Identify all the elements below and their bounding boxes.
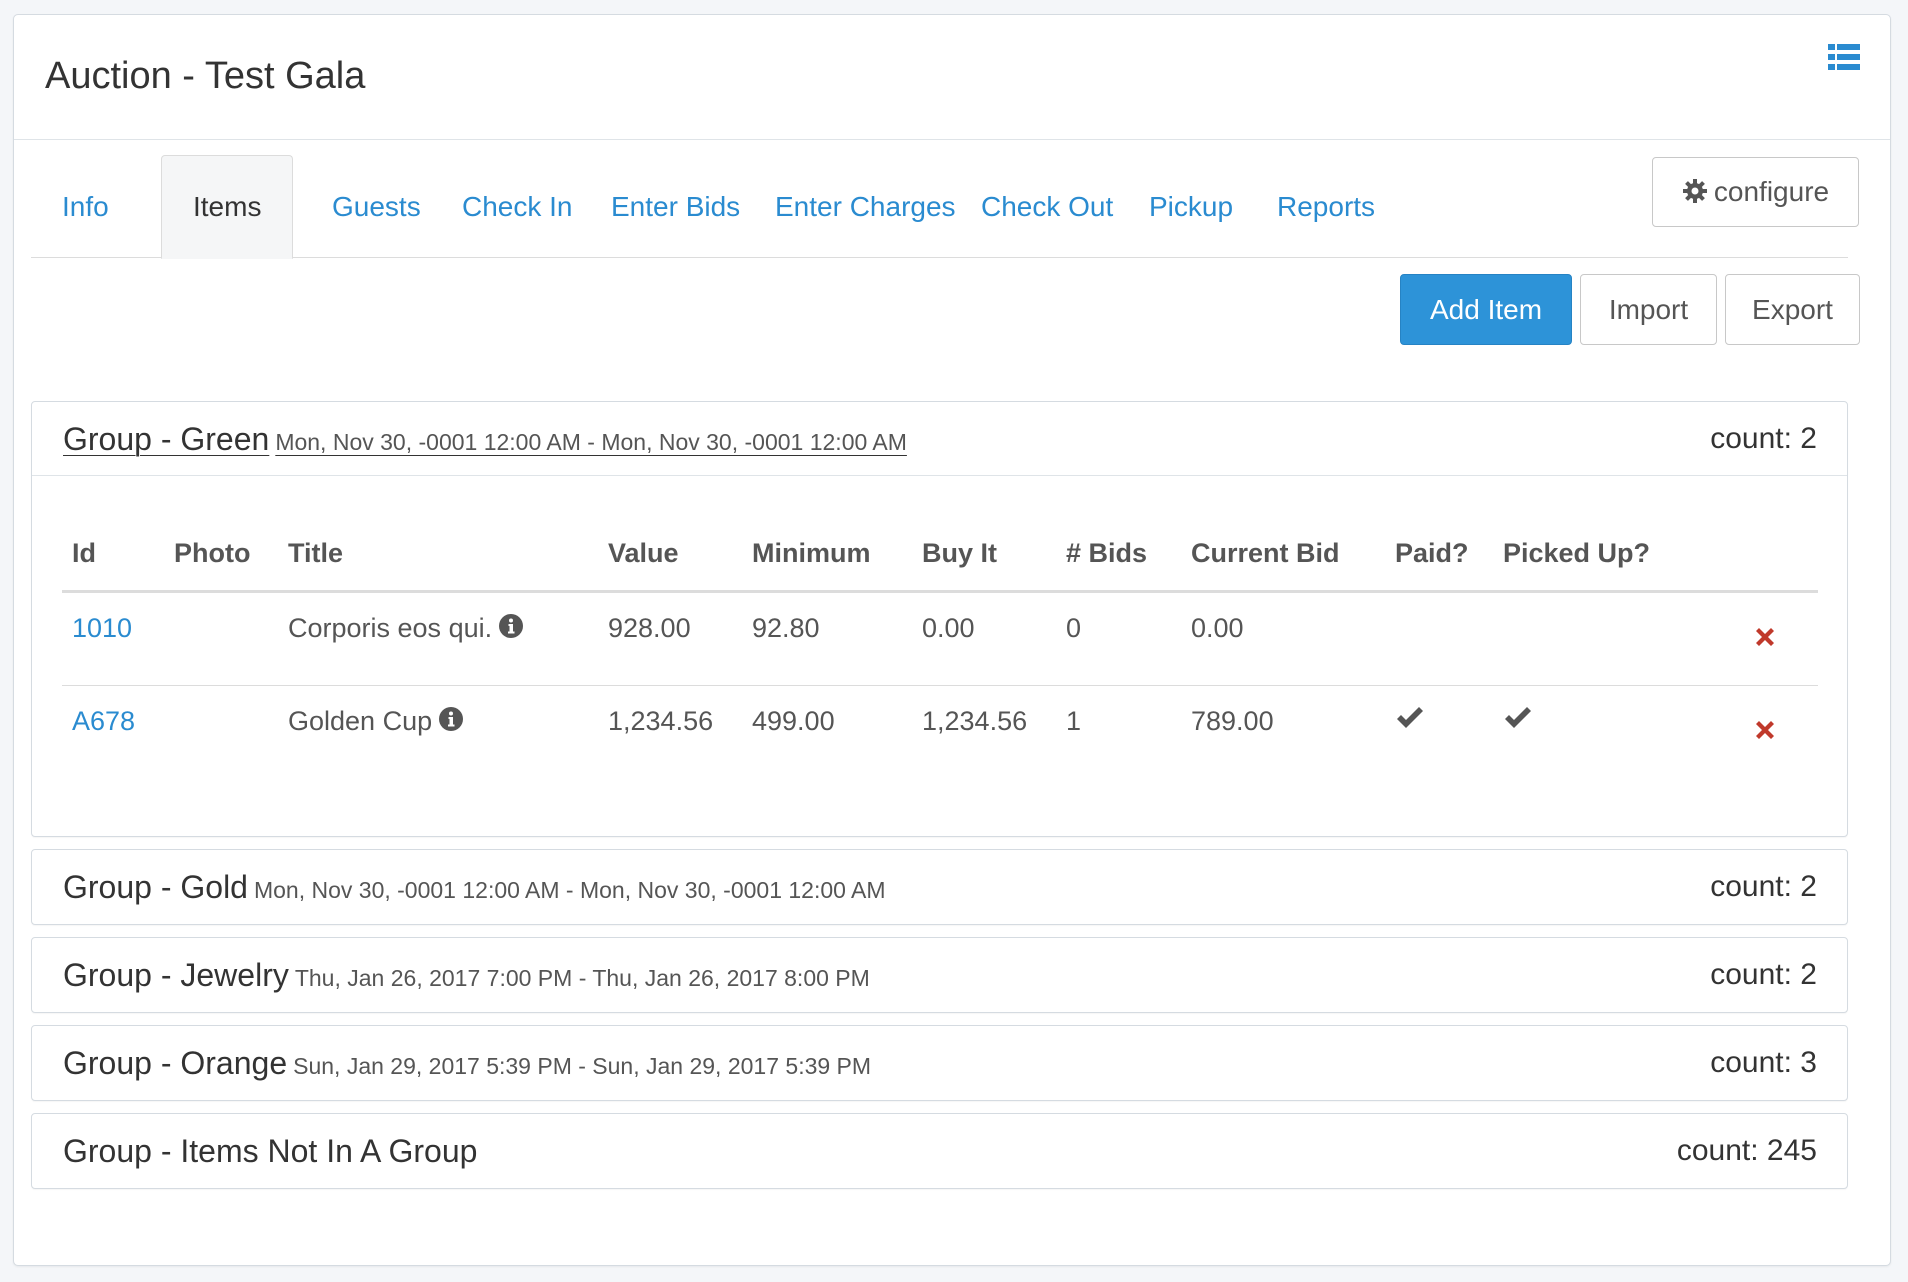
item-value: 1,234.56 — [608, 705, 714, 736]
col-value: Value — [598, 517, 742, 593]
tab-items[interactable]: Items — [161, 155, 294, 259]
item-id-link[interactable]: 1010 — [72, 613, 132, 643]
col-title: Title — [278, 517, 598, 593]
group-toggle-link[interactable]: Group - Green Mon, Nov 30, -0001 12:00 AM… — [63, 421, 907, 457]
group-dates: Sun, Jan 29, 2017 5:39 PM - Sun, Jan 29,… — [293, 1053, 872, 1079]
group-gold[interactable]: Group - Gold Mon, Nov 30, -0001 12:00 AM … — [31, 849, 1848, 925]
group-header[interactable]: Group - Gold Mon, Nov 30, -0001 12:00 AM … — [32, 850, 1847, 924]
item-title: Corporis eos qui. — [288, 612, 493, 643]
group-header[interactable]: Group - Green Mon, Nov 30, -0001 12:00 AM… — [32, 402, 1847, 476]
tab-guests[interactable]: Guests — [301, 155, 452, 258]
items-table: Id Photo Title Value Minimum Buy It # Bi… — [62, 517, 1818, 779]
group-dates: Thu, Jan 26, 2017 7:00 PM - Thu, Jan 26,… — [294, 965, 870, 991]
table-row: 1010 Corporis eos qui. 928.00 92.80 0.00… — [62, 591, 1818, 686]
delete-icon[interactable] — [1753, 625, 1777, 649]
item-buy-it: 1,234.56 — [922, 705, 1028, 736]
group-header[interactable]: Group - Orange Sun, Jan 29, 2017 5:39 PM … — [32, 1026, 1847, 1100]
tab-check-in[interactable]: Check In — [431, 155, 604, 258]
item-paid — [1385, 685, 1493, 779]
item-bids: 0 — [1056, 591, 1181, 686]
item-photo — [164, 685, 278, 779]
item-id-link[interactable]: A678 — [72, 706, 135, 736]
tab-pickup[interactable]: Pickup — [1118, 155, 1264, 258]
info-icon[interactable] — [438, 706, 464, 732]
check-icon — [1503, 706, 1533, 732]
group-count: count: 245 — [1676, 1134, 1817, 1167]
group-dates: Mon, Nov 30, -0001 12:00 AM - Mon, Nov 3… — [275, 429, 907, 455]
tab-bar: Info Items Guests Check In Enter Bids En… — [31, 155, 1848, 259]
col-id: Id — [62, 517, 164, 593]
group-name: Group - Orange — [63, 1045, 288, 1081]
item-title: Golden Cup — [288, 705, 433, 736]
item-picked-up — [1493, 591, 1708, 686]
item-photo — [164, 591, 278, 686]
table-row: A678 Golden Cup 1,234.56 499.00 1,234.56… — [62, 685, 1818, 779]
table-header-row: Id Photo Title Value Minimum Buy It # Bi… — [62, 517, 1818, 593]
col-buy-it: Buy It — [912, 517, 1056, 593]
group-name: Group - Items Not In A Group — [63, 1133, 478, 1169]
col-picked-up: Picked Up? — [1493, 517, 1708, 593]
item-current-bid: 0.00 — [1181, 591, 1385, 686]
tab-check-out[interactable]: Check Out — [950, 155, 1144, 258]
gear-icon — [1682, 161, 1708, 203]
item-minimum: 92.80 — [742, 591, 912, 686]
group-orange[interactable]: Group - Orange Sun, Jan 29, 2017 5:39 PM … — [31, 1025, 1848, 1101]
group-count: count: 2 — [1710, 422, 1817, 455]
item-minimum: 499.00 — [752, 705, 835, 736]
group-name: Group - Green — [63, 421, 270, 457]
group-name: Group - Gold — [63, 869, 248, 905]
group-count: count: 3 — [1710, 1046, 1817, 1079]
col-actions — [1708, 517, 1818, 593]
tab-reports[interactable]: Reports — [1246, 155, 1406, 258]
add-item-button[interactable]: Add Item — [1400, 274, 1572, 345]
col-current-bid: Current Bid — [1181, 517, 1385, 593]
item-current-bid: 789.00 — [1191, 705, 1274, 736]
group-header[interactable]: Group - Items Not In A Group count: 245 — [32, 1114, 1847, 1188]
item-buy-it: 0.00 — [912, 591, 1056, 686]
group-dates: Mon, Nov 30, -0001 12:00 AM - Mon, Nov 3… — [253, 877, 886, 903]
page-title: Auction - Test Gala — [45, 55, 366, 97]
group-items-not-in-a-group[interactable]: Group - Items Not In A Group count: 245 — [31, 1113, 1848, 1189]
item-paid — [1385, 591, 1493, 686]
group-name: Group - Jewelry — [63, 957, 289, 993]
item-value: 928.00 — [598, 591, 742, 686]
export-button[interactable]: Export — [1725, 274, 1860, 345]
group-jewelry[interactable]: Group - Jewelry Thu, Jan 26, 2017 7:00 PM… — [31, 937, 1848, 1013]
group-header[interactable]: Group - Jewelry Thu, Jan 26, 2017 7:00 PM… — [32, 938, 1847, 1012]
group-green: Group - Green Mon, Nov 30, -0001 12:00 AM… — [31, 401, 1848, 837]
configure-label: configure — [1713, 176, 1830, 207]
check-icon — [1395, 706, 1425, 732]
import-button[interactable]: Import — [1580, 274, 1717, 345]
item-bids: 1 — [1066, 705, 1082, 736]
item-picked-up — [1493, 685, 1708, 779]
info-icon[interactable] — [498, 613, 524, 639]
col-bids: # Bids — [1056, 517, 1181, 593]
group-count: count: 2 — [1710, 870, 1817, 903]
group-count: count: 2 — [1710, 958, 1817, 991]
col-minimum: Minimum — [742, 517, 912, 593]
tab-enter-bids[interactable]: Enter Bids — [580, 155, 771, 258]
tab-info[interactable]: Info — [31, 155, 140, 258]
col-paid: Paid? — [1385, 517, 1493, 593]
list-icon[interactable] — [1828, 43, 1860, 71]
col-photo: Photo — [164, 517, 278, 593]
delete-icon[interactable] — [1753, 718, 1777, 742]
card-header: Auction - Test Gala — [14, 15, 1890, 140]
configure-button[interactable]: configure — [1652, 157, 1859, 227]
